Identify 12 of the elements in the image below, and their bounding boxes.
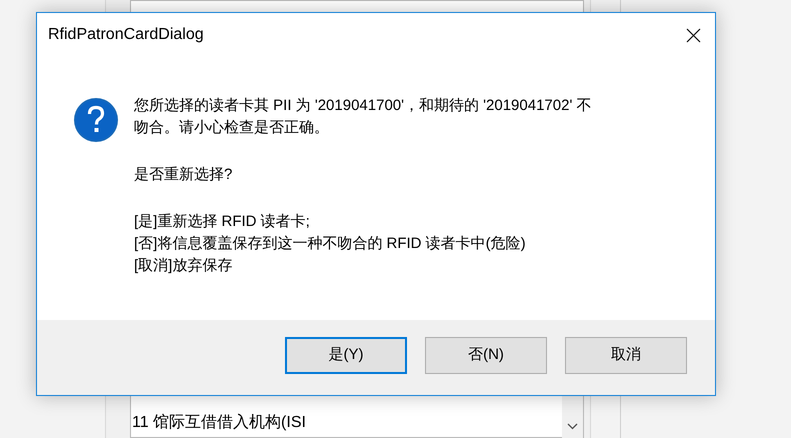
list-item[interactable]: 11 馆际互借借入机构(ISI (132, 412, 552, 434)
message-text: 是否重新选择? (134, 165, 234, 185)
message-text: [是]重新选择 RFID 读者卡; [否]将信息覆盖保存到这一种不吻合的 RFID 读者卡中(危险) [取消]放弃保存 (134, 212, 527, 276)
dialog-button[interactable]: 取消 (565, 337, 687, 374)
question-icon (73, 97, 119, 143)
window-title: RfidPatronCardDialog (48, 25, 204, 45)
chevron-down-icon[interactable] (567, 423, 578, 430)
close-icon[interactable] (686, 28, 701, 42)
dialog-button[interactable]: 否(N) (425, 337, 547, 374)
message-text: 您所选择的读者卡其 PII 为 '2019041700'，和期待的 '2019041702' 不吻合。请小心检查是否正确。 (134, 96, 592, 138)
scrollbar[interactable] (562, 395, 583, 438)
dialog-button[interactable]: 是(Y) (285, 337, 407, 374)
